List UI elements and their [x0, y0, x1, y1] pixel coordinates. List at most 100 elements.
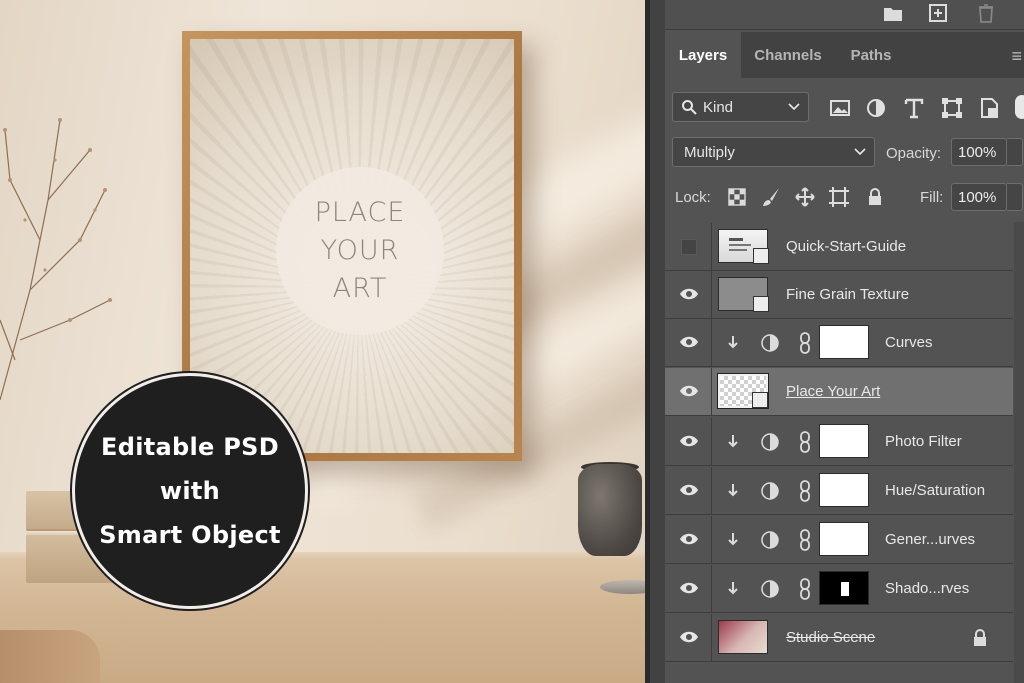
image-filter-icon[interactable] — [827, 95, 853, 121]
clipping-mask-icon — [728, 435, 738, 448]
tab-paths[interactable]: Paths — [835, 32, 907, 78]
layer-row[interactable]: Gener...urves — [665, 516, 1013, 564]
fill-dropdown[interactable] — [1007, 183, 1023, 211]
panel-menu-icon[interactable]: ≡ — [1011, 46, 1022, 67]
eye-icon[interactable] — [679, 434, 699, 448]
layer-row[interactable]: Studio Scene — [665, 614, 1013, 662]
folder-icon[interactable] — [882, 2, 904, 24]
layer-row[interactable]: Fine Grain Texture — [665, 271, 1013, 319]
new-layer-icon[interactable] — [927, 2, 949, 24]
layer-name: Quick-Start-Guide — [786, 238, 907, 255]
smart-object-icon — [752, 392, 768, 408]
lock-transparency-icon[interactable] — [726, 186, 748, 208]
layer-mask-thumbnail[interactable] — [819, 522, 869, 556]
kind-filter-select[interactable]: Kind — [672, 92, 809, 122]
placeholder-text-line: ART — [332, 273, 388, 304]
clipping-mask-icon — [728, 336, 738, 349]
lock-artboard-icon[interactable] — [828, 186, 850, 208]
lock-paint-icon[interactable] — [760, 186, 782, 208]
visibility-toggle[interactable] — [665, 614, 712, 662]
adjustment-layer-icon — [761, 334, 779, 352]
lock-all-icon[interactable] — [864, 186, 886, 208]
filter-toggle[interactable] — [1015, 95, 1024, 119]
chevron-down-icon — [854, 148, 866, 156]
trash-icon[interactable] — [975, 2, 997, 24]
opacity-label: Opacity: — [886, 145, 942, 162]
adjustment-layer-icon — [761, 433, 779, 451]
shape-filter-icon[interactable] — [939, 95, 965, 121]
layer-row[interactable]: Hue/Saturation — [665, 467, 1013, 515]
badge-line: Smart Object — [99, 521, 281, 549]
eye-icon[interactable] — [679, 335, 699, 349]
eye-icon[interactable] — [679, 483, 699, 497]
panel-tabbar: Layers Channels Paths ≡ — [665, 32, 1024, 78]
blend-mode-select[interactable]: Multiply — [672, 137, 875, 167]
eye-icon[interactable] — [679, 384, 699, 398]
link-chain-icon[interactable] — [798, 331, 812, 355]
lock-position-icon[interactable] — [794, 186, 816, 208]
search-icon — [682, 100, 697, 115]
layer-mask-thumbnail[interactable] — [819, 473, 869, 507]
eye-icon[interactable] — [679, 630, 699, 644]
vase — [578, 464, 642, 556]
visibility-toggle[interactable] — [665, 223, 712, 271]
badge-line: with — [159, 477, 221, 505]
hidden-visibility-box[interactable] — [681, 239, 697, 255]
placeholder-text-line: PLACE — [314, 197, 406, 228]
layers-scrollbar[interactable] — [1014, 222, 1024, 683]
layer-row-selected[interactable]: Place Your Art — [665, 368, 1013, 416]
lock-row: Lock: Fill: 100% — [665, 183, 1024, 213]
eye-icon[interactable] — [679, 532, 699, 546]
layer-mask-thumbnail[interactable] — [819, 424, 869, 458]
opacity-dropdown[interactable] — [1007, 138, 1023, 166]
layer-row[interactable]: Photo Filter — [665, 418, 1013, 466]
layer-name: Hue/Saturation — [885, 482, 986, 499]
visibility-toggle[interactable] — [665, 467, 712, 515]
badge-line: Editable PSD — [101, 433, 279, 461]
layer-mask-thumbnail[interactable] — [819, 571, 869, 605]
layer-row[interactable]: Curves — [665, 319, 1013, 367]
link-chain-icon[interactable] — [798, 479, 812, 503]
opacity-input[interactable]: 100% — [951, 138, 1007, 166]
promo-badge: Editable PSD with Smart Object — [72, 373, 308, 609]
kind-filter-label: Kind — [703, 98, 734, 116]
visibility-toggle[interactable] — [665, 516, 712, 564]
layer-mask-thumbnail[interactable] — [819, 325, 869, 359]
smart-object-filter-icon[interactable] — [977, 95, 1003, 121]
layer-thumbnail — [718, 229, 769, 264]
layer-name: Shado...rves — [885, 580, 970, 597]
layers-list: Quick-Start-Guide Fine Grain Texture Cur… — [665, 222, 1024, 683]
layer-row[interactable]: Shado...rves — [665, 565, 1013, 613]
smart-object-icon — [753, 248, 769, 264]
layer-name: Place Your Art — [786, 383, 881, 400]
visibility-toggle[interactable] — [665, 368, 712, 416]
panel-top-toolbar — [665, 0, 1024, 30]
eye-icon[interactable] — [679, 581, 699, 595]
tab-channels[interactable]: Channels — [741, 32, 835, 78]
tab-layers[interactable]: Layers — [665, 32, 741, 78]
fill-input[interactable]: 100% — [951, 183, 1007, 211]
layer-lock-icon — [974, 629, 986, 646]
mockup-preview: PLACE YOUR ART Editable PSD with Smart O… — [0, 0, 645, 683]
adjustment-filter-icon[interactable] — [863, 95, 889, 121]
link-chain-icon[interactable] — [798, 430, 812, 454]
adjustment-layer-icon — [761, 482, 779, 500]
visibility-toggle[interactable] — [665, 271, 712, 319]
visibility-toggle[interactable] — [665, 565, 712, 613]
layer-thumbnail — [717, 373, 769, 409]
blend-mode-value: Multiply — [684, 143, 735, 161]
type-filter-icon[interactable] — [901, 95, 927, 121]
panel-divider — [650, 0, 665, 683]
clipping-mask-icon — [728, 582, 738, 595]
layers-panel: Layers Channels Paths ≡ Kind Multiply Op… — [665, 0, 1024, 683]
link-chain-icon[interactable] — [798, 577, 812, 601]
visibility-toggle[interactable] — [665, 418, 712, 466]
layer-row[interactable]: Quick-Start-Guide — [665, 223, 1013, 271]
eye-icon[interactable] — [679, 287, 699, 301]
visibility-toggle[interactable] — [665, 319, 712, 367]
lock-label: Lock: — [675, 189, 711, 206]
adjustment-layer-icon — [761, 531, 779, 549]
smart-object-icon — [753, 296, 769, 312]
link-chain-icon[interactable] — [798, 528, 812, 552]
layer-name: Photo Filter — [885, 433, 962, 450]
